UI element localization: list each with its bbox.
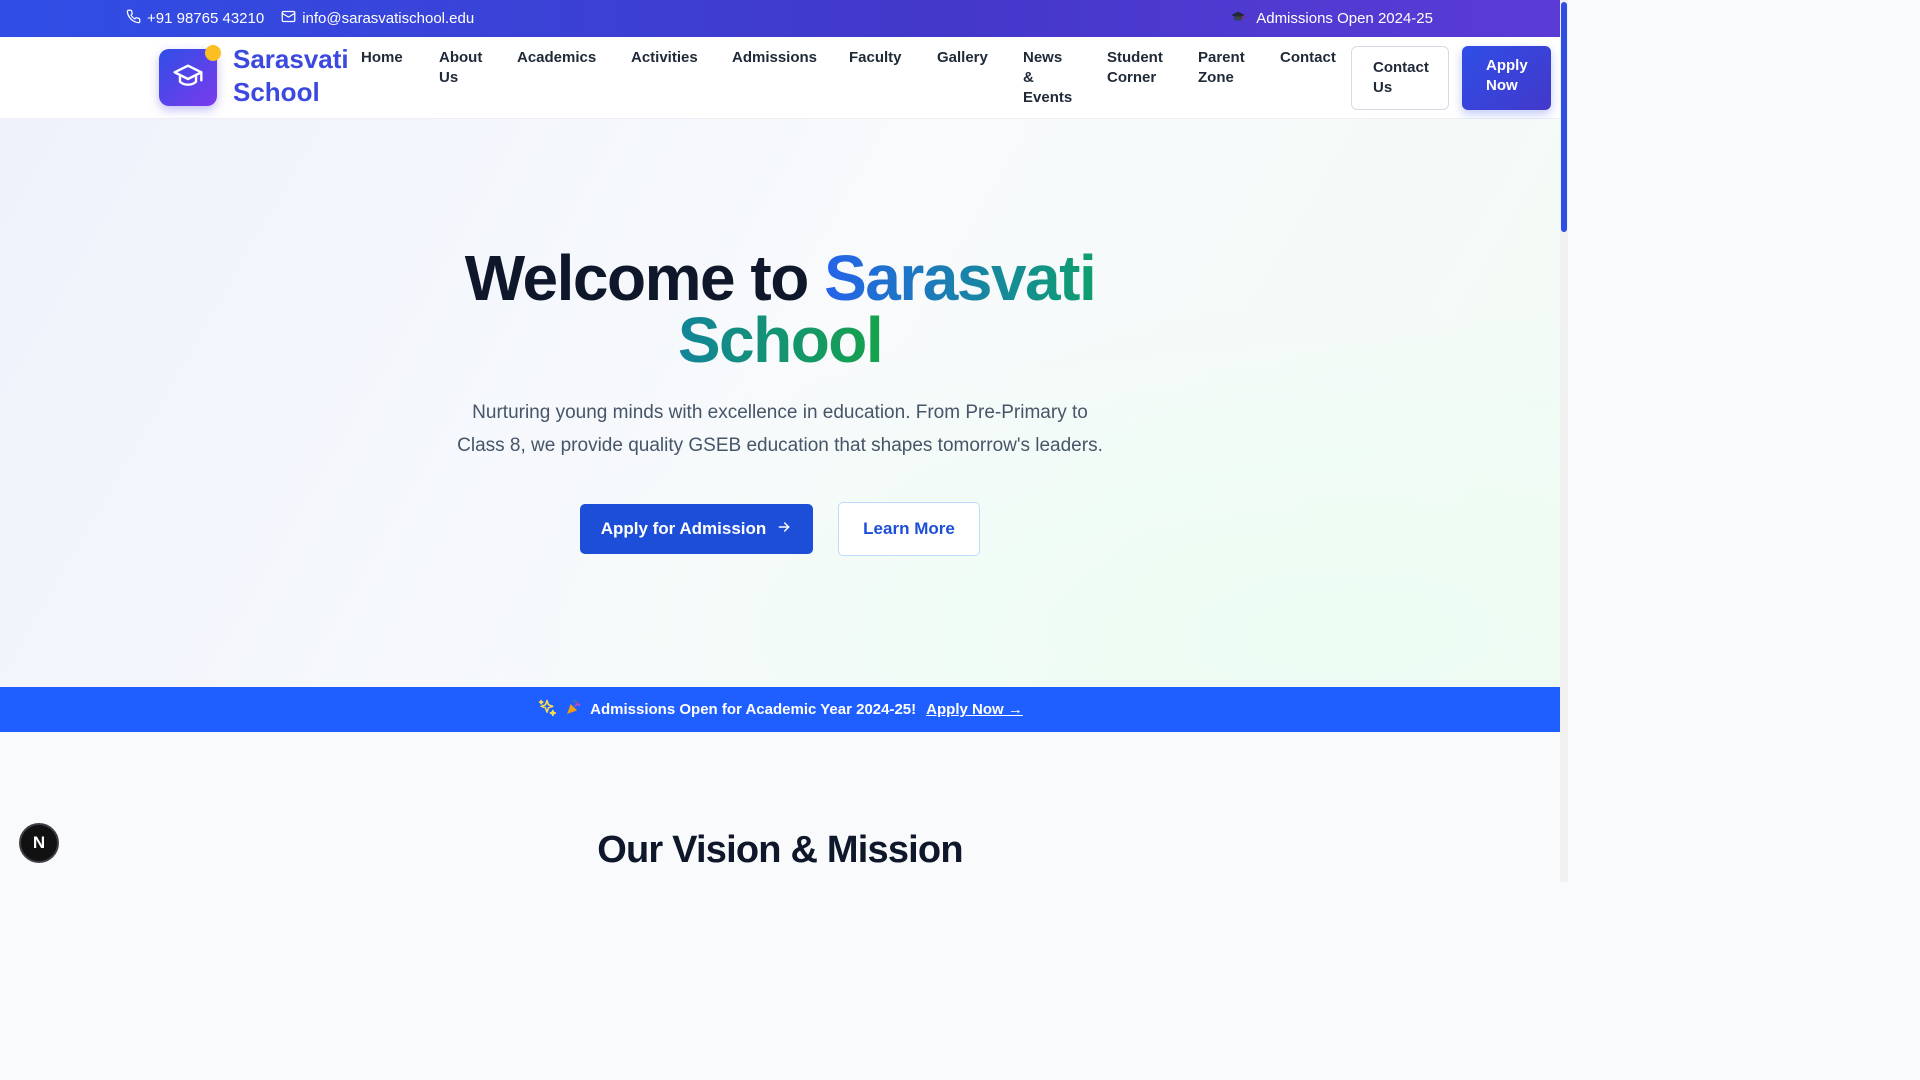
button-label: Contact xyxy=(1373,59,1429,76)
nav-academics[interactable]: Academics xyxy=(517,48,631,68)
hero-subtitle: Nurturing young minds with excellence in… xyxy=(440,396,1120,462)
apply-now-button[interactable]: Apply Now xyxy=(1462,46,1551,110)
nav-label: News xyxy=(1023,49,1063,66)
button-label: Learn More xyxy=(863,519,955,538)
vision-mission-heading: Our Vision & Mission xyxy=(597,829,963,871)
logo-badge-dot xyxy=(205,45,221,61)
nav-news-events[interactable]: News & Events xyxy=(1023,48,1107,108)
sparkles-icon xyxy=(537,698,557,722)
hero-subtitle-line1: Nurturing young minds with excellence in… xyxy=(472,402,1088,423)
button-label: Now xyxy=(1486,77,1518,94)
learn-more-button[interactable]: Learn More xyxy=(838,502,980,556)
site-header: Sarasvati School Home About Us Academics… xyxy=(0,37,1560,119)
top-contact-info: +91 98765 43210 info@sarasvatischool.edu xyxy=(126,0,474,37)
contact-us-button[interactable]: Contact Us xyxy=(1351,46,1449,110)
nav-activities[interactable]: Activities xyxy=(631,48,732,68)
nav-about-us[interactable]: About Us xyxy=(439,48,517,88)
nav-home[interactable]: Home xyxy=(361,48,439,68)
school-name-line1: Sarasvati xyxy=(233,44,349,74)
hero-subtitle-line2: Class 8, we provide quality GSEB educati… xyxy=(457,435,1103,456)
graduation-cap-icon xyxy=(172,59,204,96)
apply-for-admission-button[interactable]: Apply for Admission xyxy=(580,504,813,554)
button-label: Apply for Admission xyxy=(600,519,767,538)
hero-title: Welcome to Sarasvati School xyxy=(0,246,1560,372)
phone-link[interactable]: +91 98765 43210 xyxy=(126,9,264,28)
button-label: Apply xyxy=(1486,57,1528,74)
party-popper-icon xyxy=(565,699,582,720)
button-label: Us xyxy=(1373,79,1393,96)
nav-label: Events xyxy=(1023,89,1073,106)
nav-label: Corner xyxy=(1107,69,1157,86)
scrollbar-thumb[interactable] xyxy=(1561,2,1567,232)
school-logo[interactable] xyxy=(159,45,221,106)
email-link[interactable]: info@sarasvatischool.edu xyxy=(281,9,474,28)
nav-parent-zone[interactable]: Parent Zone xyxy=(1198,48,1280,88)
graduation-cap-icon xyxy=(1230,9,1246,29)
admissions-open-text: Admissions Open 2024-25 xyxy=(1256,10,1433,27)
nav-student-corner[interactable]: Student Corner xyxy=(1107,48,1198,88)
nav-admissions[interactable]: Admissions xyxy=(732,48,849,68)
hero-section: Welcome to Sarasvati School Nurturing yo… xyxy=(0,119,1560,687)
school-name[interactable]: Sarasvati School xyxy=(233,43,363,109)
announcement-apply-link[interactable]: Apply Now → xyxy=(926,701,1023,718)
nav-label: Parent xyxy=(1198,49,1245,66)
announcement-text: Admissions Open for Academic Year 2024-2… xyxy=(590,701,917,718)
main-navigation: Home About Us Academics Activities Admis… xyxy=(361,48,1350,108)
mail-icon xyxy=(281,9,296,28)
nav-contact[interactable]: Contact xyxy=(1280,48,1350,68)
nav-label: & xyxy=(1023,69,1034,86)
nav-label: Student xyxy=(1107,49,1163,66)
nav-label: Us xyxy=(439,69,459,86)
next-dev-indicator-button[interactable]: N xyxy=(19,823,59,863)
nav-gallery[interactable]: Gallery xyxy=(937,48,1023,68)
nav-label: Zone xyxy=(1198,69,1234,86)
admissions-notice: Admissions Open 2024-25 xyxy=(1230,0,1433,37)
hero-title-line2: School xyxy=(677,304,884,376)
page-scrollbar[interactable] xyxy=(1560,0,1568,882)
announcement-banner: Admissions Open for Academic Year 2024-2… xyxy=(0,687,1560,732)
school-name-line2: School xyxy=(233,77,320,107)
email-address: info@sarasvatischool.edu xyxy=(302,10,475,27)
arrow-right-icon xyxy=(776,519,792,540)
phone-icon xyxy=(126,9,141,28)
top-info-bar: +91 98765 43210 info@sarasvatischool.edu… xyxy=(0,0,1560,37)
phone-number: +91 98765 43210 xyxy=(147,10,265,27)
nav-faculty[interactable]: Faculty xyxy=(849,48,937,68)
vision-mission-section: Our Vision & Mission xyxy=(0,732,1560,882)
nav-label: About xyxy=(439,49,483,66)
n-logo-icon: N xyxy=(32,833,46,852)
